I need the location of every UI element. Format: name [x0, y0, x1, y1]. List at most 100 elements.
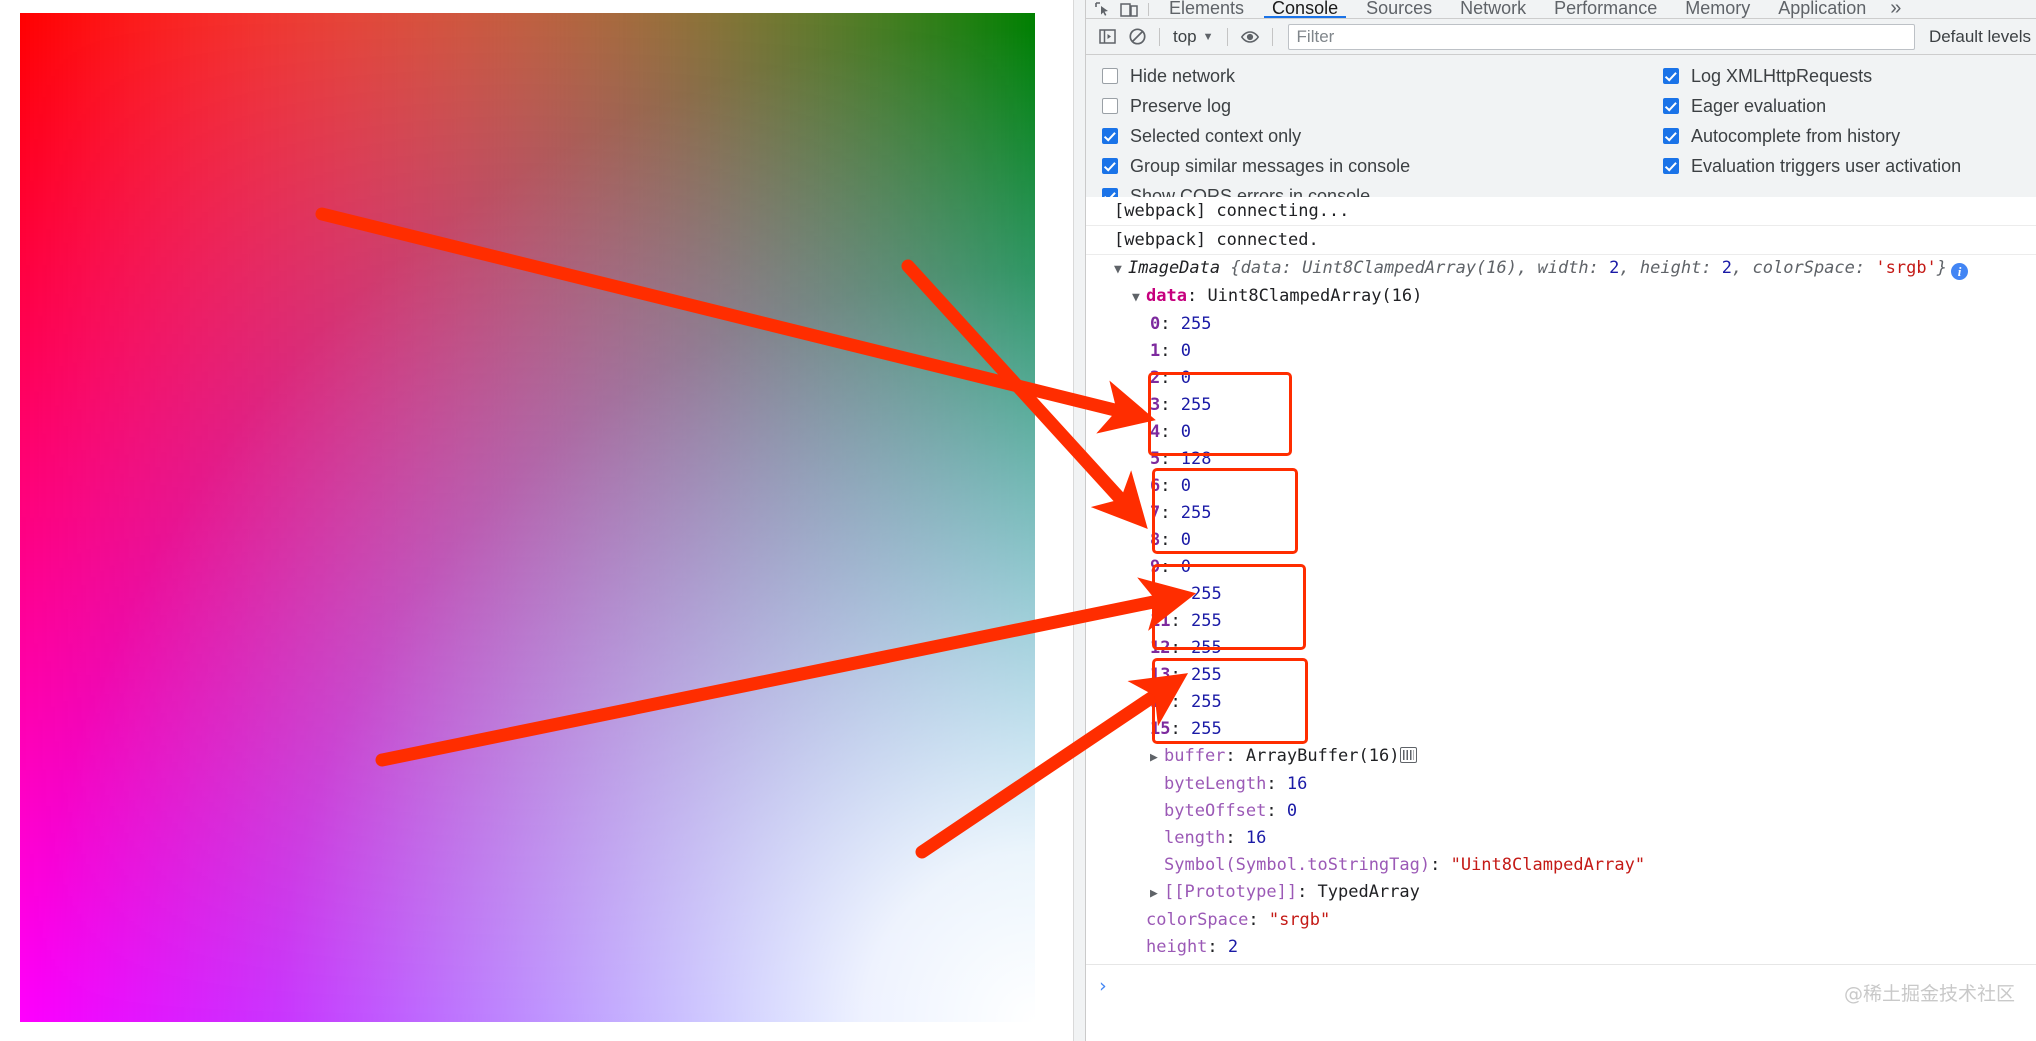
colon: :: [1160, 341, 1181, 361]
checkbox-preserve-log[interactable]: [1102, 98, 1118, 114]
property-key: byteOffset: [1164, 801, 1267, 821]
setting-preserve-log[interactable]: Preserve log: [1102, 91, 1410, 121]
property-key: colorSpace: [1146, 910, 1249, 930]
setting-label: Hide network: [1130, 65, 1236, 86]
object-property-row[interactable]: ▶ [[Prototype]]: TypedArray: [1086, 879, 2036, 907]
tab-application[interactable]: Application: [1764, 0, 1880, 18]
log-levels-dropdown[interactable]: Default levels: [1915, 27, 2031, 47]
gradient-canvas[interactable]: [20, 13, 1035, 1022]
header-prop-value: 'srgb': [1875, 258, 1937, 278]
disclosure-triangle-icon[interactable]: ▼: [1114, 258, 1126, 281]
tab-sources[interactable]: Sources: [1352, 0, 1446, 18]
colon: :: [1701, 258, 1722, 278]
disclosure-triangle-icon[interactable]: ▼: [1132, 286, 1144, 309]
checkbox-eval-user-activation[interactable]: [1663, 158, 1679, 174]
brace-open: [1220, 258, 1230, 278]
array-index: 9: [1150, 557, 1161, 577]
array-entry-row: 4: 0: [1086, 419, 2036, 446]
console-settings-pane: Hide network Preserve log Selected conte…: [1086, 55, 2036, 206]
disclosure-triangle-icon[interactable]: ▶: [1150, 882, 1162, 905]
array-value: 255: [1180, 395, 1212, 415]
array-index: 14: [1150, 692, 1171, 712]
checkbox-eager-evaluation[interactable]: [1663, 98, 1679, 114]
console-toolbar: top ▼ Filter Default levels: [1086, 19, 2036, 55]
colon: :: [1430, 855, 1451, 875]
watermark: @稀土掘金技术社区: [1843, 983, 2015, 1005]
setting-log-xhr[interactable]: Log XMLHttpRequests: [1663, 61, 1961, 91]
array-index: 10: [1150, 584, 1171, 604]
array-buffer-icon: [1400, 747, 1418, 763]
colon: :: [1160, 503, 1181, 523]
filter-input[interactable]: Filter: [1287, 23, 1915, 50]
brace-close-glyph: }: [1936, 258, 1948, 278]
header-prop-key: height: [1639, 258, 1702, 278]
console-sidebar-toggle-icon[interactable]: [1092, 24, 1122, 50]
array-index: 11: [1150, 611, 1171, 631]
chevron-down-icon: ▼: [1202, 30, 1214, 43]
checkbox-log-xhr[interactable]: [1663, 68, 1679, 84]
array-index: 2: [1150, 368, 1161, 388]
array-entry-row: 9: 0: [1086, 554, 2036, 581]
clear-console-icon[interactable]: [1122, 24, 1152, 50]
console-message-list[interactable]: [webpack] connecting... [webpack] connec…: [1086, 197, 2036, 1041]
colon: :: [1170, 584, 1191, 604]
colon: :: [1170, 638, 1191, 658]
execution-context-selector[interactable]: top ▼: [1167, 25, 1220, 49]
console-message: [webpack] connected.: [1086, 226, 2036, 255]
live-expression-eye-icon[interactable]: [1235, 24, 1265, 50]
tab-elements[interactable]: Elements: [1155, 0, 1258, 18]
array-entry-row: 7: 255: [1086, 500, 2036, 527]
tab-memory[interactable]: Memory: [1671, 0, 1764, 18]
toolbar-divider-3: [1271, 27, 1273, 46]
disclosure-triangle-icon[interactable]: ▶: [1150, 746, 1162, 769]
object-property-row[interactable]: ▶ buffer: ArrayBuffer(16): [1086, 743, 2036, 771]
checkbox-autocomplete-history[interactable]: [1663, 128, 1679, 144]
object-header-row[interactable]: ▼ ImageData {data: Uint8ClampedArray(16),…: [1086, 255, 2036, 283]
colon: :: [1170, 692, 1191, 712]
property-value: 2: [1227, 937, 1239, 957]
object-property-row: height: 2: [1086, 934, 2036, 961]
setting-label: Autocomplete from history: [1691, 125, 1901, 146]
array-value: 255: [1180, 503, 1212, 523]
array-entry-row: 3: 255: [1086, 392, 2036, 419]
setting-eager-evaluation[interactable]: Eager evaluation: [1663, 91, 1961, 121]
checkbox-group-similar[interactable]: [1102, 158, 1118, 174]
tab-performance[interactable]: Performance: [1540, 0, 1671, 18]
tab-network[interactable]: Network: [1446, 0, 1540, 18]
property-value: TypedArray: [1317, 882, 1420, 902]
colon: :: [1170, 611, 1191, 631]
setting-selected-context-only[interactable]: Selected context only: [1102, 121, 1410, 151]
prompt-caret-icon: ›: [1097, 975, 1109, 997]
info-icon[interactable]: i: [1951, 263, 1969, 280]
setting-eval-user-activation[interactable]: Evaluation triggers user activation: [1663, 151, 1961, 181]
tab-more-icon[interactable]: »: [1880, 0, 1911, 18]
tab-console[interactable]: Console: [1258, 0, 1352, 18]
console-prompt[interactable]: › @稀土掘金技术社区: [1086, 964, 2036, 1041]
inspect-element-icon[interactable]: [1090, 0, 1116, 18]
array-value: 0: [1180, 368, 1191, 388]
execution-context-value: top: [1173, 26, 1197, 46]
checkbox-hide-network[interactable]: [1102, 68, 1118, 84]
header-prop-key: width: [1537, 258, 1589, 278]
array-value: 255: [1190, 611, 1222, 631]
object-class-name: ImageData: [1128, 258, 1221, 278]
object-data-node-row[interactable]: ▼ data: Uint8ClampedArray(16): [1086, 283, 2036, 311]
header-prop-key: colorSpace: [1752, 258, 1855, 278]
array-index: 12: [1150, 638, 1171, 658]
array-entry-row: 5: 128: [1086, 446, 2036, 473]
setting-autocomplete-history[interactable]: Autocomplete from history: [1663, 121, 1961, 151]
property-key: height: [1146, 937, 1208, 957]
brace-open-glyph: {: [1230, 258, 1241, 278]
device-toolbar-icon[interactable]: [1116, 0, 1142, 18]
colon: :: [1160, 449, 1181, 469]
array-entry-row: 8: 0: [1086, 527, 2036, 554]
header-prop-value: 2: [1609, 258, 1620, 278]
array-value: 255: [1190, 665, 1222, 685]
header-prop-key: data: [1240, 258, 1282, 278]
property-key: length: [1164, 828, 1226, 848]
setting-group-similar[interactable]: Group similar messages in console: [1102, 151, 1410, 181]
setting-hide-network[interactable]: Hide network: [1102, 61, 1410, 91]
checkbox-selected-context-only[interactable]: [1102, 128, 1118, 144]
colon: :: [1186, 286, 1208, 306]
array-index: 8: [1150, 530, 1161, 550]
